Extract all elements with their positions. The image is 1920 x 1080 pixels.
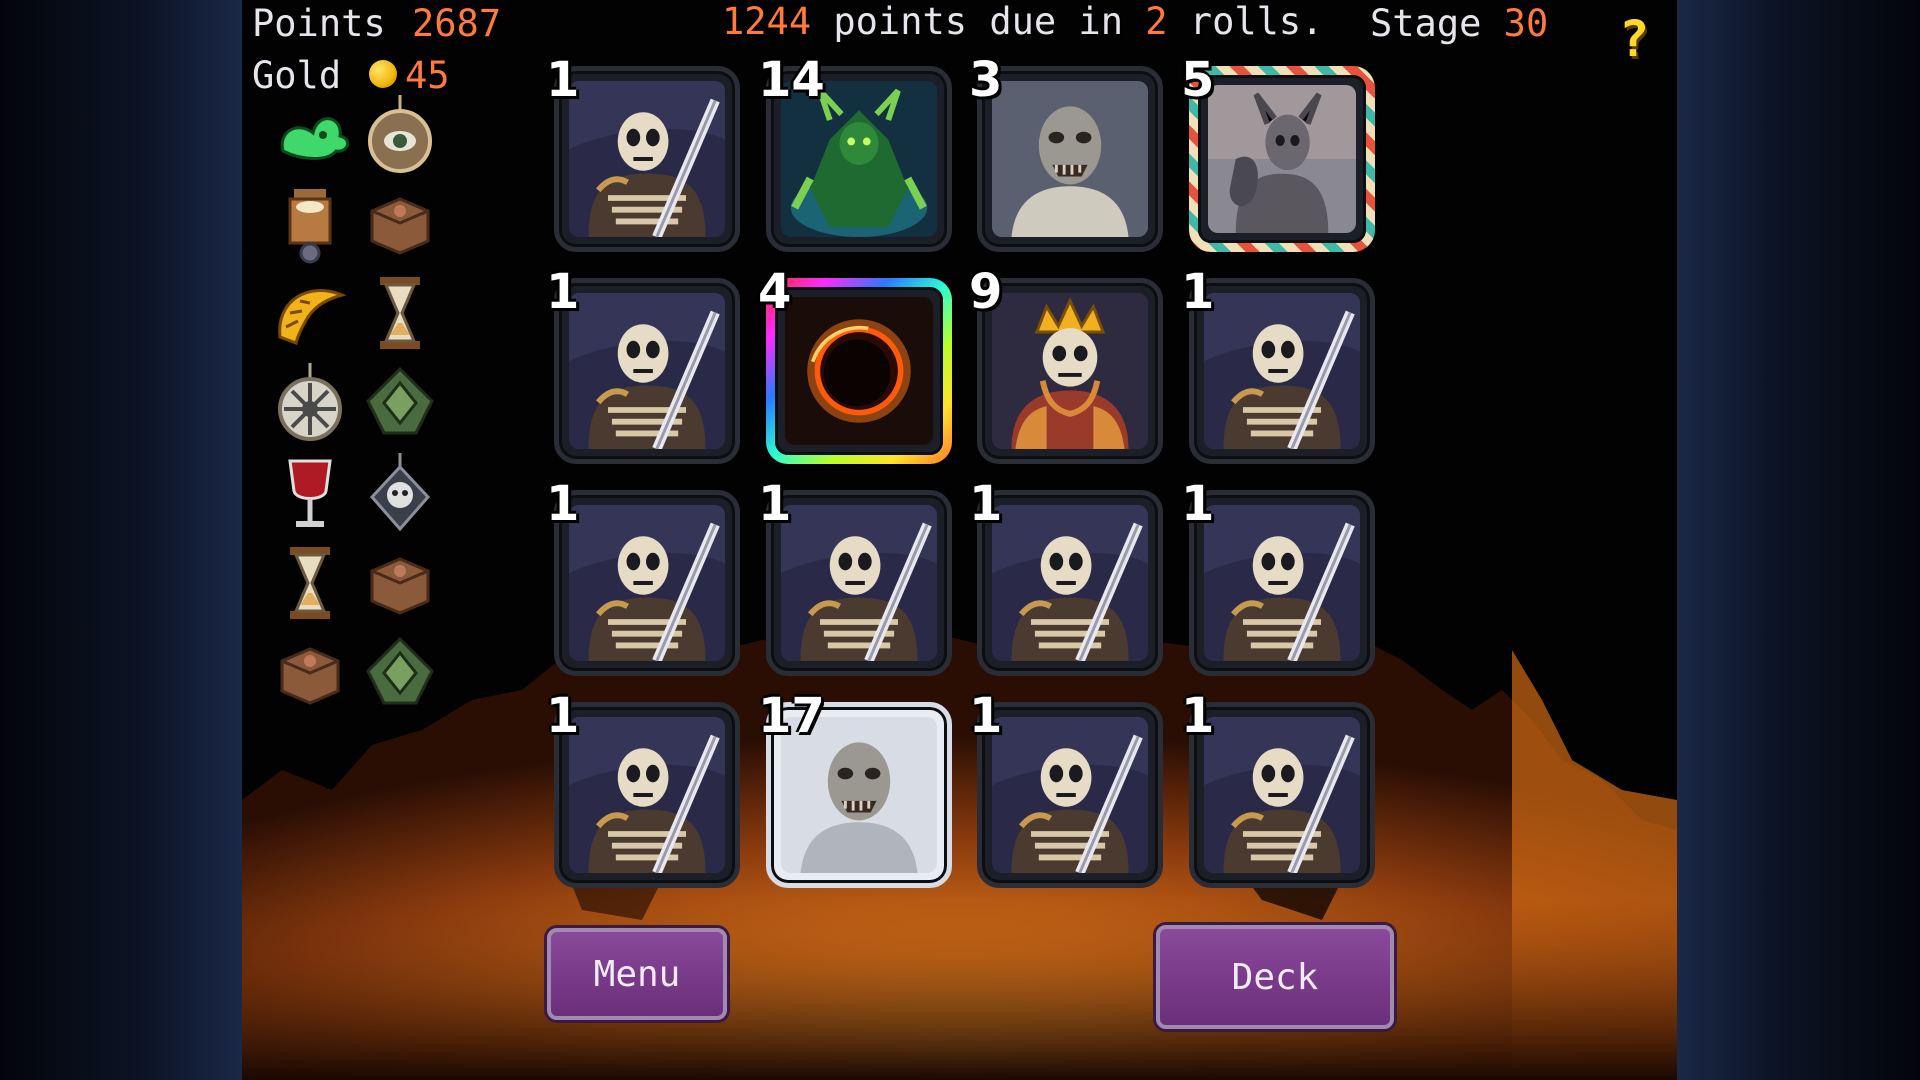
card-skeleton-warrior[interactable]: 1	[1181, 688, 1375, 888]
deck-button[interactable]: Deck	[1156, 925, 1394, 1029]
card-skeleton-warrior[interactable]: 1	[546, 52, 740, 252]
card-value: 17	[758, 688, 825, 744]
card-value: 4	[758, 264, 792, 320]
card-frame	[1189, 278, 1375, 464]
due-message: 1244 points due in 2 rolls.	[722, 0, 1323, 43]
eye-amulet-icon[interactable]	[355, 88, 445, 178]
wooden-token-icon[interactable]	[355, 538, 445, 628]
card-frame	[554, 66, 740, 252]
due-rolls: 2	[1145, 0, 1168, 43]
card-skeleton-warrior[interactable]: 1	[546, 476, 740, 676]
card-skeleton-warrior[interactable]: 1	[758, 476, 952, 676]
card-frame	[977, 490, 1163, 676]
game-board: Points 2687 Gold 45 1244 points due in 2…	[242, 0, 1677, 1080]
card-zombie[interactable]: 3	[969, 52, 1163, 252]
card-zombie-holo[interactable]: 17	[758, 688, 952, 888]
card-art	[992, 505, 1148, 661]
card-skeleton-warrior[interactable]: 1	[969, 688, 1163, 888]
card-frame	[977, 278, 1163, 464]
points-value: 2687	[412, 2, 501, 45]
hourglass-icon[interactable]	[265, 538, 355, 628]
card-frame	[977, 702, 1163, 888]
card-skeleton-warrior[interactable]: 1	[546, 264, 740, 464]
green-ghost-icon[interactable]	[265, 88, 355, 178]
card-skeleton-warrior[interactable]: 1	[1181, 476, 1375, 676]
wheel-pendant-icon[interactable]	[265, 358, 355, 448]
card-frame	[1189, 490, 1375, 676]
card-value: 1	[758, 476, 792, 532]
card-value: 1	[546, 688, 580, 744]
card-frame	[1189, 702, 1375, 888]
card-skeleton-knight-striped[interactable]: 5	[1181, 52, 1375, 252]
card-green-demon[interactable]: 14	[758, 52, 952, 252]
due-amount: 1244	[722, 0, 812, 43]
card-value: 3	[969, 52, 1003, 108]
card-value: 1	[969, 688, 1003, 744]
card-value: 14	[758, 52, 825, 108]
card-frame	[977, 66, 1163, 252]
gold-coin-icon	[369, 59, 397, 88]
card-art	[569, 293, 725, 449]
card-value: 5	[1181, 52, 1215, 108]
card-eclipse-rainbow[interactable]: 4	[758, 264, 952, 464]
card-frame	[1189, 66, 1375, 252]
card-value: 9	[969, 264, 1003, 320]
card-art	[992, 81, 1148, 237]
card-frame	[554, 278, 740, 464]
lava-background	[242, 620, 1677, 1080]
points-value-text: 2687	[412, 2, 502, 45]
card-frame	[554, 490, 740, 676]
card-value: 1	[546, 476, 580, 532]
due-middle-text: points due in	[811, 0, 1146, 43]
card-frame	[766, 278, 952, 464]
right-vignette	[1677, 0, 1920, 1080]
points-label: Points	[252, 2, 386, 45]
lantern-icon[interactable]	[265, 178, 355, 268]
card-value: 1	[969, 476, 1003, 532]
card-art	[1204, 505, 1360, 661]
card-art	[569, 505, 725, 661]
card-art	[1204, 717, 1360, 873]
stage-indicator: Stage 30	[1370, 2, 1548, 45]
card-art	[1208, 85, 1356, 233]
card-skeleton-king[interactable]: 9	[969, 264, 1163, 464]
golden-horn-icon[interactable]	[265, 268, 355, 358]
help-button[interactable]: ?	[1619, 10, 1649, 68]
wine-goblet-icon[interactable]	[265, 448, 355, 538]
card-frame	[766, 490, 952, 676]
card-skeleton-warrior[interactable]: 1	[546, 688, 740, 888]
card-value: 1	[546, 52, 580, 108]
card-art	[785, 297, 933, 445]
card-art	[1204, 293, 1360, 449]
card-value: 1	[1181, 264, 1215, 320]
card-art	[992, 293, 1148, 449]
hourglass-icon[interactable]	[355, 268, 445, 358]
card-value: 1	[546, 264, 580, 320]
card-art	[781, 505, 937, 661]
card-skeleton-warrior[interactable]: 1	[969, 476, 1163, 676]
card-value: 1	[1181, 688, 1215, 744]
card-frame	[554, 702, 740, 888]
due-end-text: rolls.	[1167, 0, 1324, 43]
skull-medallion-icon[interactable]	[355, 448, 445, 538]
rune-stone-icon[interactable]	[355, 358, 445, 448]
card-art	[569, 81, 725, 237]
card-value: 1	[1181, 476, 1215, 532]
card-art	[569, 717, 725, 873]
stage-value: 30	[1503, 2, 1549, 45]
left-vignette	[0, 0, 242, 1080]
rune-stone-icon[interactable]	[355, 628, 445, 718]
wooden-token-icon[interactable]	[355, 178, 445, 268]
card-art	[992, 717, 1148, 873]
menu-button[interactable]: Menu	[547, 928, 727, 1020]
wooden-token-icon[interactable]	[265, 628, 355, 718]
stage-label: Stage	[1370, 2, 1482, 45]
card-skeleton-warrior[interactable]: 1	[1181, 264, 1375, 464]
